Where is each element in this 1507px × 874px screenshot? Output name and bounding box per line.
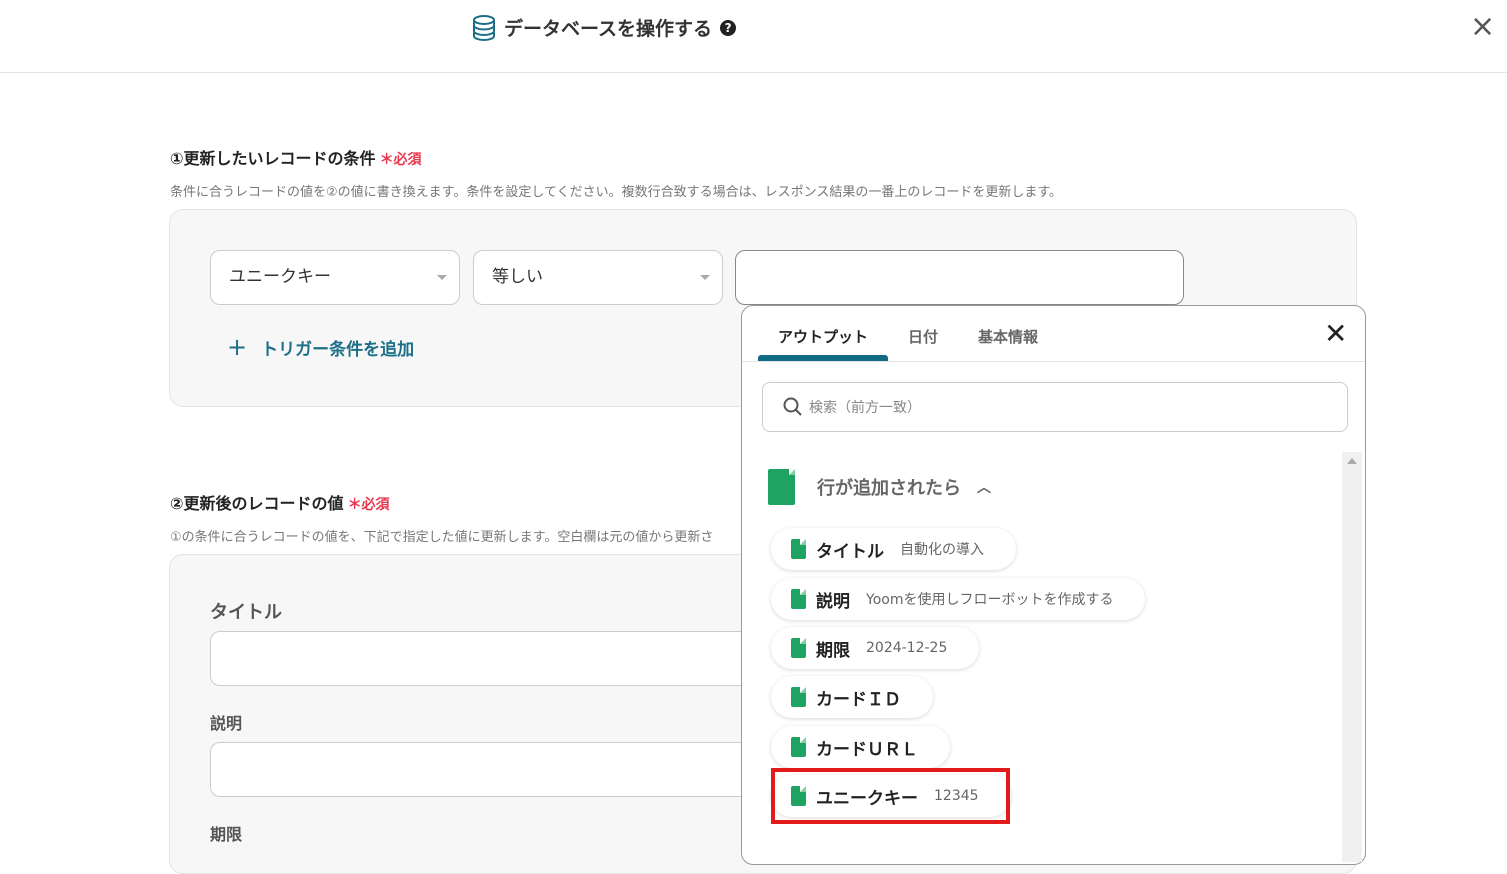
section1-title: ①更新したいレコードの条件 ＊必須 bbox=[170, 145, 422, 169]
plus-icon: + bbox=[227, 333, 248, 361]
item-key: 説明 bbox=[816, 591, 850, 612]
item-key: カードＩＤ bbox=[816, 689, 901, 710]
section1-title-text: ①更新したいレコードの条件 bbox=[170, 149, 376, 168]
tab-date[interactable]: 日付 bbox=[908, 326, 938, 347]
item-key: カードＵＲＬ bbox=[816, 739, 918, 760]
field-select-value: ユニークキー bbox=[229, 267, 331, 287]
highlight-box bbox=[771, 768, 1010, 824]
required-badge: ＊必須 bbox=[379, 152, 422, 168]
add-condition-button[interactable]: + トリガー条件を追加 bbox=[227, 333, 414, 361]
operator-select-value: 等しい bbox=[492, 267, 543, 287]
search-placeholder: 検索（前方一致） bbox=[809, 400, 921, 416]
output-item[interactable]: 説明 Yoomを使用しフローボットを作成する bbox=[771, 578, 1146, 620]
field-label-title: タイトル bbox=[210, 602, 282, 623]
item-key: 期限 bbox=[816, 640, 850, 661]
item-value: 2024-12-25 bbox=[866, 640, 948, 656]
caret-down-icon bbox=[700, 275, 710, 280]
value-input[interactable] bbox=[735, 250, 1184, 305]
output-item[interactable]: 期限 2024-12-25 bbox=[771, 627, 980, 669]
section2-description: ①の条件に合うレコードの値を、下記で指定した値に更新します。空白欄は元の値から更… bbox=[170, 530, 714, 545]
add-condition-label: トリガー条件を追加 bbox=[261, 339, 415, 360]
help-icon[interactable]: ? bbox=[720, 19, 737, 36]
group-header[interactable]: 行が追加されたら ︿ bbox=[768, 469, 991, 505]
tab-output[interactable]: アウトプット bbox=[778, 326, 868, 347]
required-badge: ＊必須 bbox=[347, 497, 390, 513]
caret-down-icon bbox=[437, 275, 447, 280]
field-label-description: 説明 bbox=[210, 714, 243, 733]
search-icon bbox=[783, 397, 802, 416]
item-key: タイトル bbox=[816, 541, 884, 562]
field-select[interactable]: ユニークキー bbox=[210, 250, 460, 305]
header: データベースを操作する ? × bbox=[0, 0, 1507, 73]
scroll-up-icon[interactable] bbox=[1347, 458, 1357, 464]
scrollbar[interactable] bbox=[1342, 452, 1362, 862]
close-icon[interactable]: ✕ bbox=[1324, 320, 1347, 348]
section2-title: ②更新後のレコードの値 ＊必須 bbox=[170, 490, 390, 514]
google-sheets-icon bbox=[791, 539, 806, 559]
title-input[interactable] bbox=[210, 631, 770, 686]
group-label: 行が追加されたら bbox=[817, 478, 961, 499]
google-sheets-icon bbox=[768, 469, 795, 505]
output-item[interactable]: タイトル 自動化の導入 bbox=[771, 528, 1016, 570]
item-value: 自動化の導入 bbox=[900, 542, 984, 558]
active-tab-indicator bbox=[758, 355, 888, 361]
chevron-up-icon: ︿ bbox=[977, 480, 991, 496]
google-sheets-icon bbox=[791, 638, 806, 658]
output-item[interactable]: カードＩＤ bbox=[771, 676, 933, 718]
page-title: データベースを操作する ? bbox=[472, 14, 737, 41]
google-sheets-icon bbox=[791, 687, 806, 707]
section2-title-text: ②更新後のレコードの値 bbox=[170, 494, 344, 513]
title-text: データベースを操作する bbox=[504, 18, 713, 40]
item-value: Yoomを使用しフローボットを作成する bbox=[866, 592, 1114, 608]
database-icon bbox=[473, 14, 495, 41]
field-label-due: 期限 bbox=[210, 825, 243, 844]
popup-tabs: アウトプット 日付 基本情報 ✕ bbox=[742, 306, 1365, 362]
output-item[interactable]: カードＵＲＬ bbox=[771, 726, 950, 768]
google-sheets-icon bbox=[791, 737, 806, 757]
google-sheets-icon bbox=[791, 589, 806, 609]
search-input[interactable]: 検索（前方一致） bbox=[762, 382, 1348, 432]
tab-basic-info[interactable]: 基本情報 bbox=[978, 326, 1038, 347]
operator-select[interactable]: 等しい bbox=[473, 250, 723, 305]
description-input[interactable] bbox=[210, 742, 770, 797]
section1-description: 条件に合うレコードの値を②の値に書き換えます。条件を設定してください。複数行合致… bbox=[170, 185, 1063, 200]
close-icon[interactable]: × bbox=[1470, 12, 1495, 42]
